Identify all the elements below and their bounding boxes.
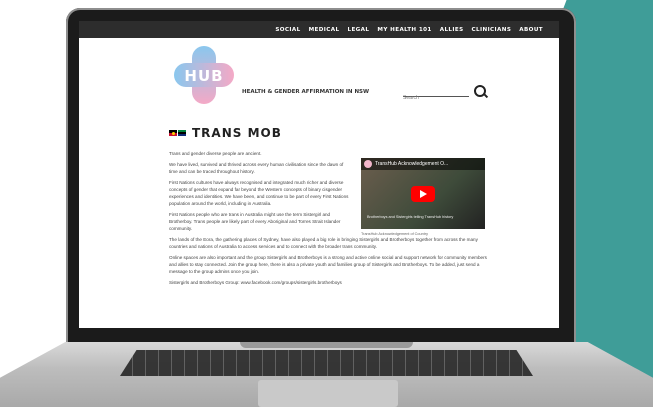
page-heading: TRANS MOB — [192, 126, 282, 140]
laptop-hinge — [240, 342, 413, 348]
nav-clinicians[interactable]: CLINICIANS — [472, 27, 512, 33]
paragraph: The lands of the Eora, the gathering pla… — [169, 237, 478, 249]
site-header: HUB HEALTH & GENDER AFFIRMATION IN NSW S… — [79, 38, 559, 106]
search-input[interactable]: Search — [403, 86, 469, 101]
laptop-keyboard — [120, 350, 533, 376]
search-placeholder: Search — [403, 95, 419, 101]
video-overlay-text: Brotherboys and Sistergirls telling Tran… — [367, 215, 454, 219]
paragraph: Trans and gender diverse people are anci… — [169, 151, 262, 156]
laptop-screen: SOCIAL MEDICAL LEGAL MY HEALTH 101 ALLIE… — [79, 21, 559, 328]
video-caption: TransHub Acknowledgement of Country — [361, 232, 428, 236]
channel-avatar — [364, 160, 372, 168]
nav-legal[interactable]: LEGAL — [348, 27, 370, 33]
group-link[interactable]: Sistergirls and Brotherboys Group: www.f… — [169, 279, 489, 286]
page-title: TRANS MOB — [169, 126, 489, 140]
flags-icon — [169, 130, 186, 136]
paragraph: Online spaces are also important and the… — [169, 255, 487, 274]
torres-strait-flag-icon — [178, 130, 186, 136]
site-tagline: HEALTH & GENDER AFFIRMATION IN NSW — [242, 89, 370, 95]
nav-medical[interactable]: MEDICAL — [309, 27, 340, 33]
nav-my-health-101[interactable]: MY HEALTH 101 — [377, 27, 431, 33]
paragraph: We have lived, survived and thrived acro… — [169, 162, 344, 174]
site-nav: SOCIAL MEDICAL LEGAL MY HEALTH 101 ALLIE… — [79, 21, 559, 38]
play-icon[interactable] — [411, 186, 435, 202]
paragraph: First Nations cultures have always recog… — [169, 180, 349, 206]
paragraph: First Nations people who are trans in Au… — [169, 212, 341, 231]
video-title: TransHub Acknowledgement O... — [375, 161, 449, 167]
youtube-video[interactable]: TransHub Acknowledgement O... Brotherboy… — [361, 158, 485, 229]
transhub-logo[interactable]: HUB — [174, 46, 234, 104]
aboriginal-flag-icon — [169, 130, 177, 136]
laptop-trackpad — [258, 380, 398, 407]
search-icon[interactable] — [474, 85, 486, 97]
nav-social[interactable]: SOCIAL — [275, 27, 300, 33]
video-title-bar: TransHub Acknowledgement O... — [361, 158, 485, 170]
logo-word: HUB — [184, 67, 224, 85]
nav-allies[interactable]: ALLIES — [440, 27, 464, 33]
nav-about[interactable]: ABOUT — [519, 27, 543, 33]
